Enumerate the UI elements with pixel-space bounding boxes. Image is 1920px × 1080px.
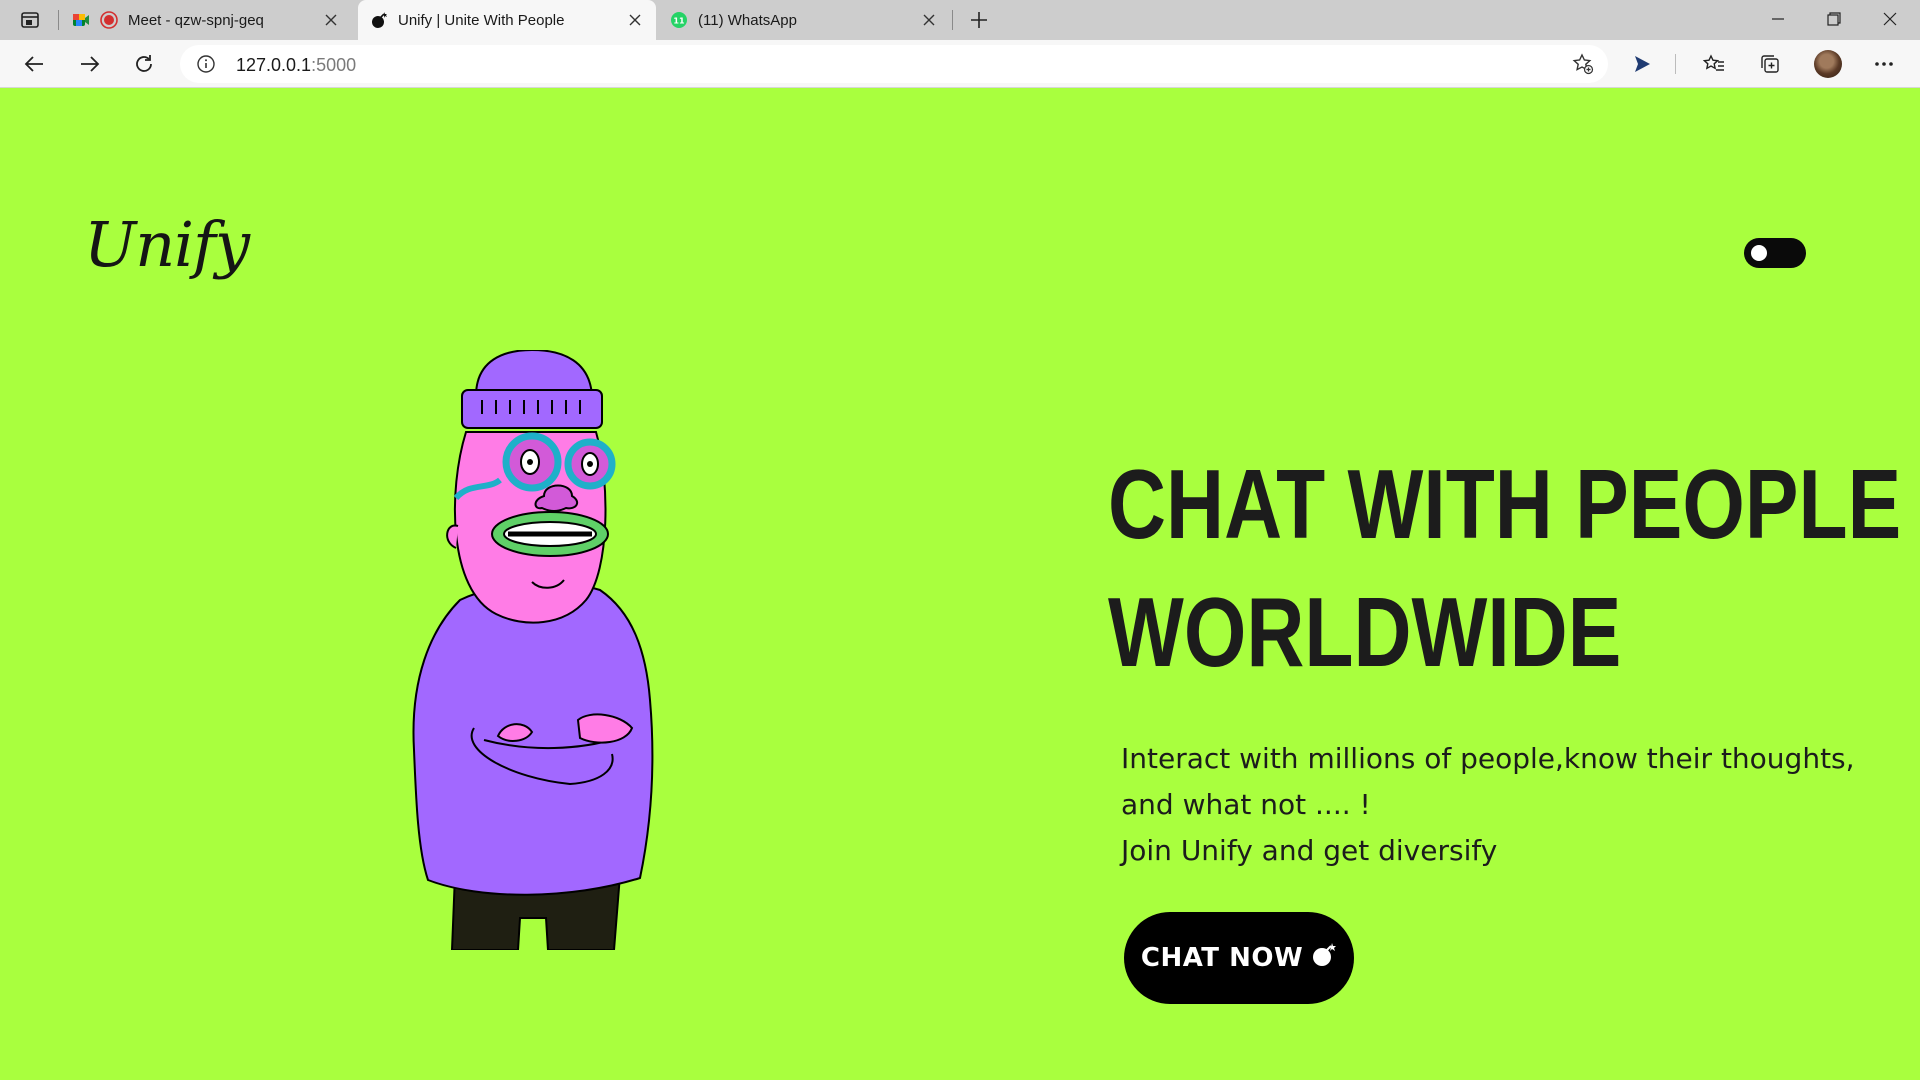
tab-meet[interactable]: Meet - qzw-spnj-geq [62,0,352,40]
tab-separator [952,10,953,30]
theme-toggle[interactable] [1744,238,1806,268]
url-text: 127.0.0.1:5000 [236,55,356,76]
chat-now-button[interactable]: CHAT NOW [1124,912,1354,1004]
hero-description: Interact with millions of people,know th… [1121,736,1855,874]
toolbar-divider [1675,54,1676,74]
back-button[interactable] [16,48,52,80]
info-icon[interactable] [196,54,216,79]
character-illustration [412,350,654,950]
collections-icon[interactable] [1752,48,1788,80]
recording-icon [100,11,118,29]
tab-separator [58,10,59,30]
hero-headline: CHAT WITH PEOPLE WORLDWIDE [1108,440,1902,696]
restore-button[interactable] [1806,0,1862,38]
whatsapp-icon: 11 [670,11,688,29]
tab-title: Meet - qzw-spnj-geq [128,11,264,29]
bomb-icon [370,11,388,29]
new-tab-button[interactable] [964,6,994,34]
close-icon[interactable] [918,9,940,31]
favorites-icon[interactable] [1696,48,1732,80]
tab-title: Unify | Unite With People [398,11,565,29]
profile-avatar[interactable] [1814,50,1842,78]
url-port: :5000 [311,55,357,75]
bomb-icon [1311,942,1337,975]
more-menu-icon[interactable] [1866,48,1902,80]
description-line-2: and what not .... ! [1121,788,1371,821]
minimize-button[interactable] [1750,0,1806,38]
toggle-knob [1751,245,1767,261]
tab-strip: Meet - qzw-spnj-geq Unify | Unite With P… [0,0,1920,40]
google-meet-icon [72,11,90,29]
tab-whatsapp[interactable]: 11 (11) WhatsApp [658,0,950,40]
unify-logo[interactable]: Unify [84,208,250,281]
forward-button[interactable] [72,48,108,80]
send-icon[interactable] [1624,48,1660,80]
close-window-button[interactable] [1862,0,1918,38]
headline-line-1: CHAT WITH PEOPLE [1108,449,1902,559]
reload-button[interactable] [126,48,162,80]
address-bar[interactable]: 127.0.0.1:5000 [180,45,1608,83]
description-line-3: Join Unify and get diversify [1121,834,1498,867]
whatsapp-badge: 11 [673,17,685,26]
tab-actions-icon[interactable] [14,6,46,34]
url-host: 127.0.0.1 [236,55,312,75]
tab-unify[interactable]: Unify | Unite With People [358,0,656,40]
tab-title: (11) WhatsApp [698,11,797,29]
add-favorite-icon[interactable] [1572,53,1594,80]
headline-line-2: WORLDWIDE [1108,577,1622,687]
browser-toolbar: 127.0.0.1:5000 [0,40,1920,88]
close-icon[interactable] [320,9,342,31]
chat-now-label: CHAT NOW [1140,943,1304,973]
landing-page: Unify CHAT WITH PEOPLE WORLDWIDE Interac… [0,88,1920,1080]
description-line-1: Interact with millions of people,know th… [1121,742,1855,775]
close-icon[interactable] [624,9,646,31]
